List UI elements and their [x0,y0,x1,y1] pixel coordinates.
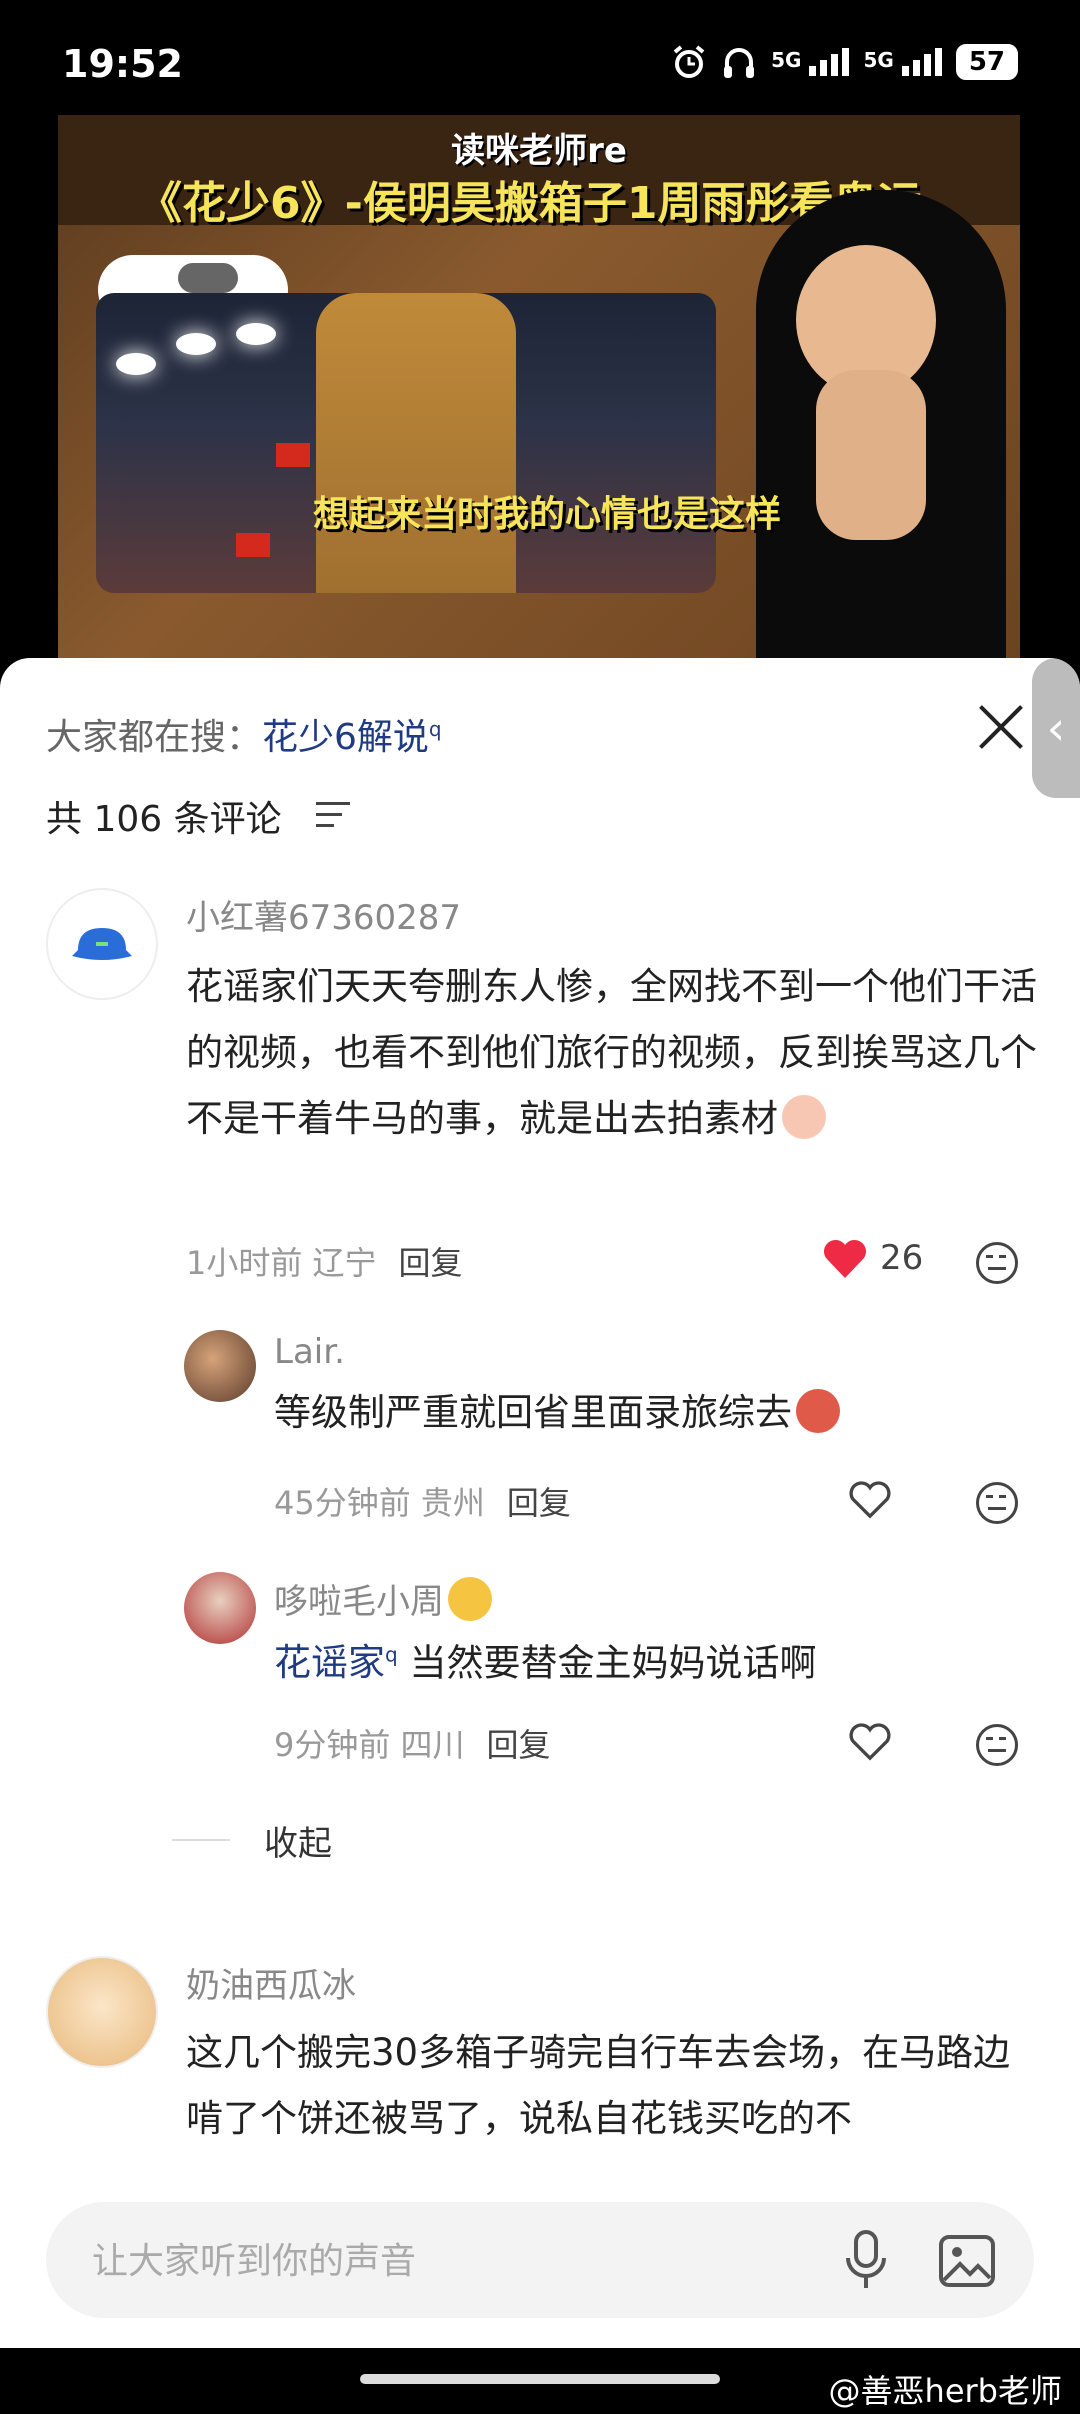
side-collapse-tab[interactable]: ‹ [1032,658,1080,798]
clock: 19:52 [62,42,183,86]
avatar[interactable] [184,1330,256,1402]
comment-text: 花谣家们天天夸删东人惨，全网找不到一个他们干活的视频，也看不到他们旅行的视频，反… [186,965,1037,1140]
battery-icon: 57 [955,44,1018,80]
video-clip-frame [96,293,716,593]
devil-emoji-icon [796,1389,840,1433]
video-player[interactable]: 读咪老师re 《花少6》-侯明昊搬箱子1周雨彤看奥运 想起来当时我的心情也是这样 [58,115,1020,660]
like-count: 26 [880,1238,924,1278]
video-caption: 想起来当时我的心情也是这样 [313,494,782,535]
sort-icon[interactable] [316,802,352,832]
collapse-replies-button[interactable]: 收起 [264,1816,332,1865]
avatar[interactable] [46,1956,158,2068]
reply-text: 等级制严重就回省里面录旅综去 [274,1380,1034,1446]
reply-username[interactable]: 哆啦毛小周 [274,1574,492,1623]
heart-outline-icon[interactable] [848,1722,892,1762]
emoji-reaction-icon[interactable] [976,1482,1018,1524]
search-icon: q [385,1643,398,1667]
emoji-reaction-icon[interactable] [976,1724,1018,1766]
status-bar: 19:52 5G 5G 57 [0,0,1080,120]
search-suggestion[interactable]: 大家都在搜：花少6解说q [46,708,442,760]
search-icon: q [428,717,442,741]
crying-emoji-icon [782,1095,826,1139]
comments-sheet: ‹ 大家都在搜：花少6解说q 共 106 条评论 小红薯67360287 花谣家… [0,658,1080,2348]
home-indicator[interactable] [360,2374,720,2384]
avatar[interactable] [184,1572,256,1644]
search-prefix: 大家都在搜： [46,717,263,758]
microphone-icon[interactable] [844,2230,888,2290]
image-icon[interactable] [938,2234,996,2288]
cat-sticker [756,190,1006,660]
reply-text: 花谣家q 当然要替金主妈妈说话啊 [274,1641,817,1685]
reply-button[interactable]: 回复 [507,1484,571,1522]
video-author-tag: 读咪老师re [451,131,627,171]
comment-username[interactable]: 小红薯67360287 [186,890,461,939]
reply-meta: 9分钟前 四川 回复 [274,1726,551,1764]
watermark: @善恶herb老师 [828,2372,1062,2410]
heart-outline-icon[interactable] [848,1480,892,1520]
avatar[interactable] [46,888,158,1000]
comment-count: 共 106 条评论 [46,799,282,840]
reply-button[interactable]: 回复 [487,1726,551,1764]
comment-meta: 1小时前 辽宁 回复 [186,1244,463,1282]
alarm-icon [673,45,705,78]
emoji-reaction-icon[interactable] [976,1242,1018,1284]
reply-button[interactable]: 回复 [399,1244,463,1282]
silly-face-emoji-icon [448,1577,492,1621]
comment-input-container[interactable] [46,2202,1034,2318]
status-icons: 5G 5G 57 [671,44,1018,80]
divider [172,1839,230,1841]
signal-2-icon: 5G [863,48,942,76]
reply-meta: 45分钟前 贵州 回复 [274,1484,571,1522]
close-icon[interactable] [976,702,1026,752]
comment-input[interactable] [90,2228,814,2294]
topic-link[interactable]: 花谣家q [274,1641,398,1684]
comment-username[interactable]: 奶油西瓜冰 [186,1958,356,2007]
comment-text: 这几个搬完30多箱子骑完自行车去会场，在马路边啃了个饼还被骂了，说私自花钱买吃的… [186,2031,1011,2140]
headphones-icon [724,48,755,78]
reply-username[interactable]: Lair. [274,1332,345,1372]
heart-icon[interactable] [822,1238,868,1280]
search-term-link[interactable]: 花少6解说 [262,717,429,758]
signal-1-icon: 5G [771,48,850,76]
